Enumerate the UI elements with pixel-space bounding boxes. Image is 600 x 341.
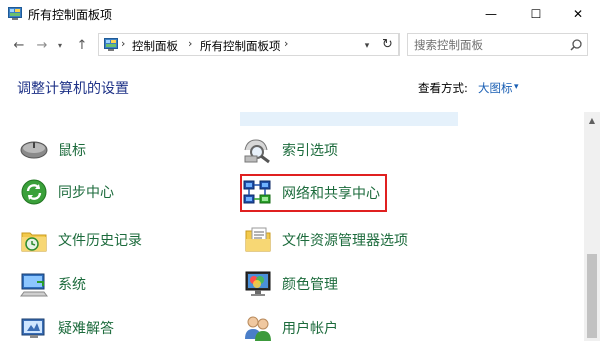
item-color-management[interactable]: 颜色管理 xyxy=(242,267,338,301)
item-label[interactable]: 文件资源管理器选项 xyxy=(282,230,408,250)
item-label[interactable]: 用户帐户 xyxy=(282,318,338,338)
item-file-explorer-options[interactable]: 文件资源管理器选项 xyxy=(242,223,408,257)
item-network-and-sharing-center[interactable]: 网络和共享中心 xyxy=(240,174,387,212)
troubleshooting-icon xyxy=(18,313,50,341)
item-mouse[interactable]: 鼠标 xyxy=(18,133,86,167)
maximize-button[interactable]: ☐ xyxy=(514,0,558,28)
vertical-scrollbar[interactable]: ▲ xyxy=(584,112,600,341)
color-management-icon xyxy=(242,269,274,299)
control-panel-icon xyxy=(8,7,22,20)
item-troubleshooting[interactable]: 疑难解答 xyxy=(18,311,114,341)
view-by-dropdown[interactable]: 大图标 xyxy=(478,80,513,96)
control-panel-icon xyxy=(104,38,118,51)
computer-icon xyxy=(18,269,50,299)
indexing-icon xyxy=(242,135,274,165)
refresh-button[interactable]: ↻ xyxy=(377,33,399,56)
page-title: 调整计算机的设置 xyxy=(17,81,129,97)
network-icon xyxy=(242,178,274,208)
chevron-down-icon[interactable]: ▾ xyxy=(514,82,519,92)
back-button[interactable]: ← xyxy=(11,36,27,54)
search-icon[interactable] xyxy=(568,37,584,53)
view-by-label: 查看方式: xyxy=(418,81,468,95)
item-label[interactable]: 文件历史记录 xyxy=(58,230,142,250)
item-system[interactable]: 系统 xyxy=(18,267,86,301)
item-label[interactable]: 同步中心 xyxy=(58,182,114,202)
item-label[interactable]: 系统 xyxy=(58,274,86,294)
item-label[interactable]: 疑难解答 xyxy=(58,318,114,338)
item-file-history[interactable]: 文件历史记录 xyxy=(18,223,142,257)
sync-icon xyxy=(18,177,50,207)
title-bar: 所有控制面板项 — ☐ ✕ xyxy=(0,0,600,28)
breadcrumb-control-panel[interactable]: 控制面板 xyxy=(132,38,178,54)
item-label[interactable]: 颜色管理 xyxy=(282,274,338,294)
navigation-bar: ← → ▾ ↑ › 控制面板 › 所有控制面板项 › ▾ ↻ xyxy=(0,28,600,62)
address-dropdown-button[interactable]: ▾ xyxy=(360,37,374,55)
breadcrumb-all-items[interactable]: 所有控制面板项 xyxy=(200,38,281,54)
recent-locations-button[interactable]: ▾ xyxy=(55,36,65,54)
item-user-accounts[interactable]: 用户帐户 xyxy=(242,311,338,341)
hover-highlight xyxy=(240,112,458,126)
item-indexing-options[interactable]: 索引选项 xyxy=(242,133,338,167)
search-input[interactable] xyxy=(414,37,564,53)
up-button[interactable]: ↑ xyxy=(75,36,89,54)
item-sync-center[interactable]: 同步中心 xyxy=(18,175,114,209)
forward-button[interactable]: → xyxy=(34,36,50,54)
scroll-up-arrow-icon[interactable]: ▲ xyxy=(584,112,600,128)
file-history-icon xyxy=(18,225,50,255)
window-title: 所有控制面板项 xyxy=(28,8,113,22)
items-panel: 鼠标 索引选项 同步中心 网络和共享中心 文件历史记录 文件资源管理器选项 系统… xyxy=(0,112,582,341)
folder-options-icon xyxy=(242,225,274,255)
breadcrumb-separator[interactable]: › xyxy=(284,37,288,50)
item-label[interactable]: 鼠标 xyxy=(58,140,86,160)
search-box[interactable] xyxy=(407,33,588,56)
scroll-thumb[interactable] xyxy=(587,254,597,338)
breadcrumb-separator[interactable]: › xyxy=(121,37,125,50)
minimize-button[interactable]: — xyxy=(469,0,513,28)
breadcrumb-separator[interactable]: › xyxy=(188,37,192,50)
item-label[interactable]: 网络和共享中心 xyxy=(282,183,380,203)
mouse-icon xyxy=(18,135,50,165)
item-label[interactable]: 索引选项 xyxy=(282,140,338,160)
user-accounts-icon xyxy=(242,313,274,341)
close-button[interactable]: ✕ xyxy=(556,0,600,28)
address-bar[interactable]: › 控制面板 › 所有控制面板项 › xyxy=(98,33,400,56)
